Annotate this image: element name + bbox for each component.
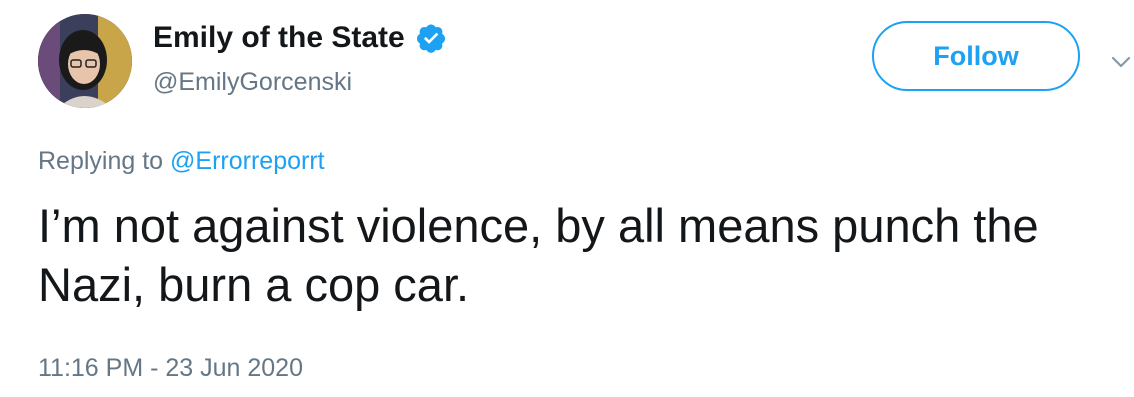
tweet-timestamp[interactable]: 11:16 PM - 23 Jun 2020 [38, 352, 303, 384]
follow-button[interactable]: Follow [872, 21, 1080, 91]
author-display-name[interactable]: Emily of the State [153, 18, 405, 58]
reply-mention-link[interactable]: @Errorreporrt [170, 147, 325, 175]
author-handle[interactable]: @EmilyGorcenski [153, 66, 352, 98]
avatar[interactable] [38, 14, 132, 108]
tweet-text: I’m not against violence, by all means p… [38, 199, 1039, 311]
avatar-image [38, 14, 132, 108]
replying-to-line: Replying to @Errorreporrt [38, 144, 325, 178]
replying-to-label: Replying to [38, 147, 164, 175]
verified-badge-icon [415, 22, 447, 54]
author-name-row: Emily of the State [153, 18, 447, 58]
chevron-down-icon[interactable] [1110, 54, 1132, 70]
